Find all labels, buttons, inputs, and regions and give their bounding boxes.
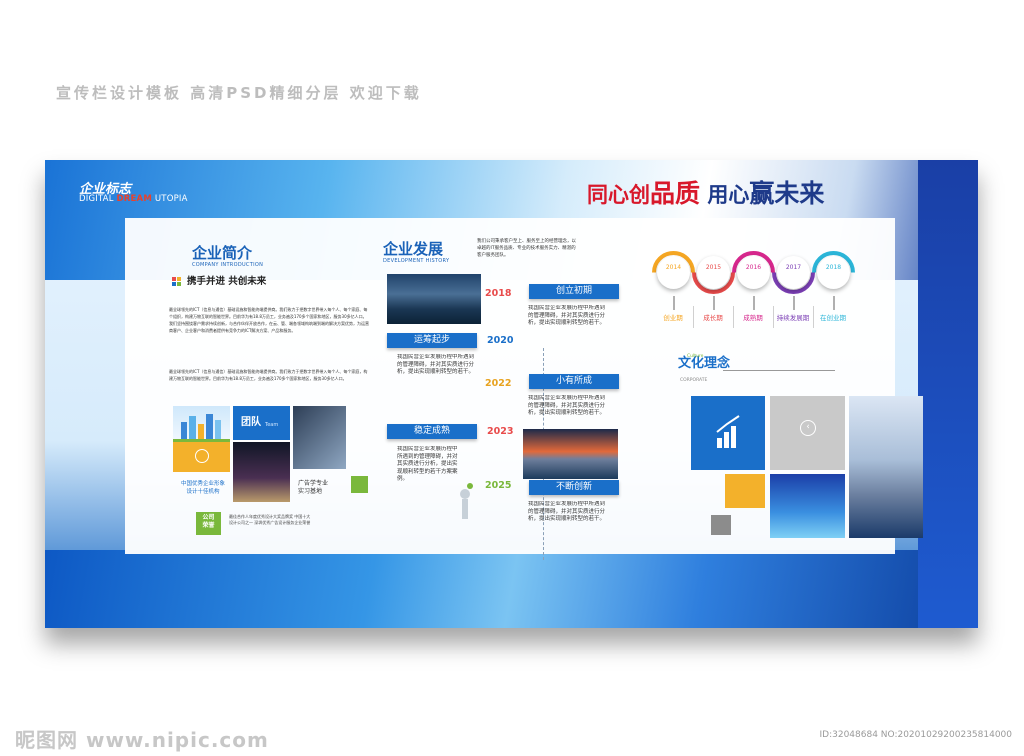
building-photo — [293, 406, 346, 469]
phase-circle-2016 — [737, 256, 770, 289]
green-square — [351, 476, 368, 493]
gray-square — [711, 515, 731, 535]
stage-2018: 创立初期 — [529, 284, 619, 299]
gray-block: ‹ — [770, 396, 845, 470]
phase-label-2014: 创业期 — [663, 314, 683, 322]
team-sublabel: Team — [265, 422, 279, 428]
honor-badge: 公司 荣誉 — [196, 512, 221, 535]
blue-city-photo — [770, 474, 845, 538]
year-2018: 2018 — [485, 288, 512, 299]
culture-small: Culture — [687, 354, 704, 359]
phase-circle-2014 — [657, 256, 690, 289]
intro-title: 企业简介 — [192, 244, 253, 262]
phase-circle-2015 — [697, 256, 730, 289]
honor-text: 最佳合作人年度优秀设计大奖品牌奖 中国十大设计公司之一 深圳优秀广告设计服务企业… — [229, 514, 311, 525]
board-bottom-band — [45, 550, 978, 628]
phase-connector — [673, 296, 675, 310]
city-illustration — [173, 406, 230, 442]
heart-block — [173, 442, 230, 472]
phase-connector — [753, 296, 755, 310]
text-2025: 我国民营企业发展历程中所遇到的管理障碍，并对其实质进行分析，提出实现顺利转型的若… — [528, 501, 606, 522]
culture-title: 文化理念 — [678, 356, 731, 371]
team-block: 团队 Team — [233, 406, 290, 440]
phase-year-2015: 2015 — [705, 264, 722, 271]
growth-figure-icon — [455, 480, 475, 520]
text-2020: 我国民营企业发展历程中所遇到的管理障碍，并对其实质进行分析，提出实现顺利转型的若… — [397, 354, 475, 375]
watermark: 昵图网 www.nipic.com — [15, 728, 269, 752]
base-text: 广告学专业 实习基地 — [298, 480, 329, 495]
intro-motto: 携手并进 共创未来 — [187, 276, 267, 287]
intro-subtitle: COMPANY INTRODUCTION — [192, 262, 264, 268]
bar-chart-icon — [716, 415, 740, 448]
stage-2020: 运筹起步 — [387, 333, 477, 348]
sunset-city-photo — [523, 429, 618, 479]
night-city-photo — [233, 442, 290, 502]
yellow-square — [725, 474, 765, 508]
logo-subtitle: DIGITAL DREAM UTOPIA — [79, 194, 188, 204]
year-2023: 2023 — [487, 426, 514, 437]
color-squares-icon — [172, 277, 182, 287]
dev-subtitle: DEVELOPMENT HISTORY — [383, 258, 450, 264]
slogan: 同心创品质 用心赢未来 — [587, 179, 825, 208]
board-right-band — [918, 160, 978, 628]
phase-label-2017: 持续发展期 — [776, 314, 810, 322]
phase-connector — [833, 296, 835, 310]
phase-label-2015: 成长期 — [703, 314, 723, 322]
intro-paragraph-2: 最全球领先的ICT（信息与通信）基础设施和智能终端提供商。我们致力于把数字世界带… — [169, 369, 368, 381]
phase-year-2014: 2014 — [665, 264, 682, 271]
stage-2023: 稳定成熟 — [387, 424, 477, 439]
year-2020: 2020 — [487, 335, 514, 346]
year-2025: 2025 — [485, 480, 512, 491]
culture-underline — [723, 370, 835, 371]
phase-circle-2018 — [817, 256, 850, 289]
dev-intro: 我们公司秉承客户至上、服务至上的经营理念，以卓越的IT服务品质、专业的技术服务实… — [477, 239, 576, 258]
stage-2025: 不断创新 — [529, 480, 619, 495]
phase-year-2018: 2018 — [825, 264, 842, 271]
phase-circle-2017 — [777, 256, 810, 289]
culture-subtitle: CORPORATE — [680, 378, 708, 383]
award-text: 中国优秀企业形象 设计十佳机构 — [180, 481, 225, 495]
city-icon — [173, 414, 230, 442]
content-panel: 企业简介 COMPANY INTRODUCTION 携手并进 共创未来 最全球领… — [125, 218, 923, 560]
tower-photo — [849, 396, 923, 538]
lake-city-photo — [387, 274, 481, 324]
text-2023: 我国民营企业发展历程中所遇到的管理障碍，并对其实质进行分析，提出实现顺利转型的若… — [397, 446, 458, 482]
text-2018: 我国民营企业发展历程中所遇到的管理障碍，并对其实质进行分析，提出实现顺利转型的若… — [528, 305, 606, 326]
phase-label-2018: 在创业期 — [820, 314, 846, 322]
stage-2022: 小有所成 — [529, 374, 619, 389]
display-board: 企业标志 DIGITAL DREAM UTOPIA 同心创品质 用心赢未来 企业… — [45, 160, 978, 628]
image-id: ID:32048684 NO:20201029200235814000 — [819, 730, 1013, 740]
growth-chart-block — [691, 396, 765, 470]
phase-year-2016: 2016 — [745, 264, 762, 271]
template-caption: 宣传栏设计模板 高清PSD精细分层 欢迎下载 — [56, 84, 422, 102]
phase-year-2017: 2017 — [785, 264, 802, 271]
team-label: 团队 — [241, 417, 261, 428]
phase-connector — [713, 296, 715, 310]
text-2022: 我国民营企业发展历程中所遇到的管理障碍，并对其实质进行分析，提出实现顺利转型的若… — [528, 395, 606, 416]
dev-title: 企业发展 — [383, 240, 444, 258]
chevron-left-icon: ‹ — [800, 420, 816, 436]
phase-label-2016: 成熟期 — [743, 314, 763, 322]
year-2022: 2022 — [485, 378, 512, 389]
phase-connector — [793, 296, 795, 310]
heart-icon — [195, 449, 209, 463]
